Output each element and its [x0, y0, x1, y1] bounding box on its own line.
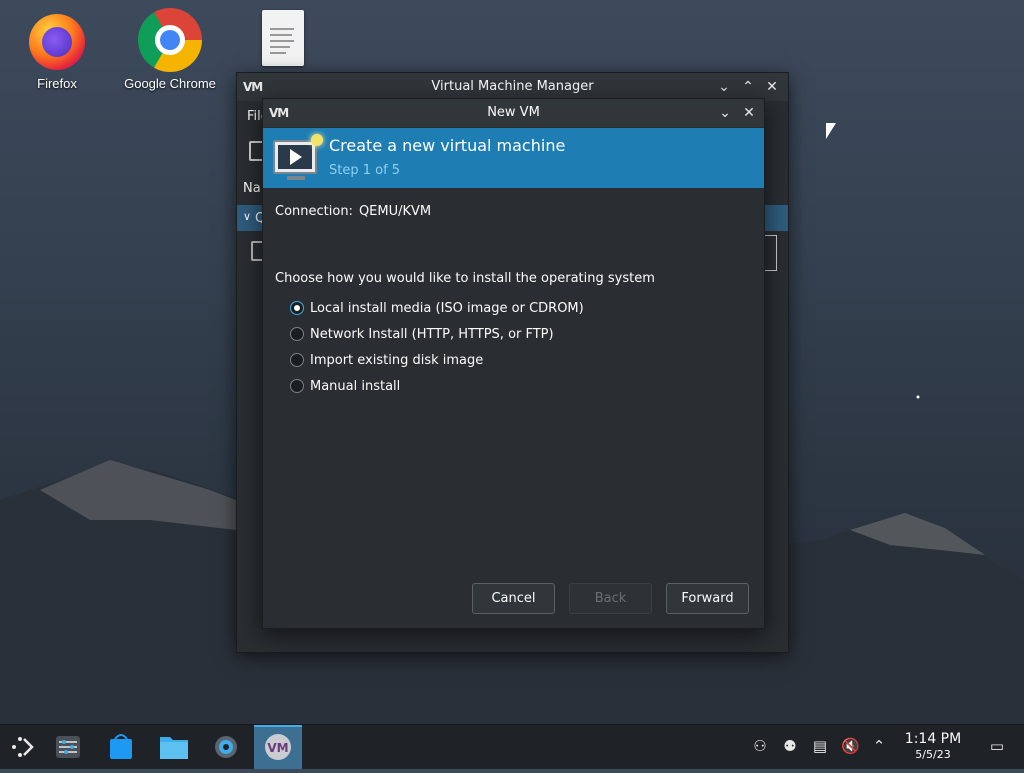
- radio-button[interactable]: [290, 379, 304, 393]
- option-local-install-media[interactable]: Local install media (ISO image or CDROM): [290, 298, 584, 318]
- application-launcher-button[interactable]: [0, 725, 48, 769]
- chevron-up-icon[interactable]: ⌃: [870, 737, 888, 755]
- desktop-icon-label: Google Chrome: [124, 76, 216, 91]
- gear-icon: [215, 736, 237, 758]
- desktop-icon-firefox[interactable]: Firefox: [7, 8, 107, 91]
- launcher-icon: [12, 737, 34, 757]
- radio-button[interactable]: [290, 353, 304, 367]
- taskbar-settings-sliders[interactable]: [44, 725, 92, 769]
- chrome-icon: [138, 8, 202, 72]
- folder-icon: [160, 737, 188, 759]
- new-vm-monitor-icon: [273, 134, 323, 180]
- list-header-name[interactable]: Na: [243, 181, 261, 196]
- maximize-chevron-icon[interactable]: ⌃: [739, 78, 757, 96]
- connection-label: Connection:: [275, 204, 353, 219]
- clock-date[interactable]: 5/5/23: [895, 748, 971, 761]
- window-title: Virtual Machine Manager: [431, 79, 594, 94]
- minimize-chevron-icon[interactable]: ⌄: [716, 104, 734, 122]
- option-manual-install[interactable]: Manual install: [290, 376, 400, 396]
- forward-button[interactable]: Forward: [666, 583, 749, 614]
- wizard-heading: Create a new virtual machine: [329, 136, 566, 155]
- taskbar-discover[interactable]: [97, 725, 145, 769]
- clock-time[interactable]: 1:14 PM: [895, 731, 971, 747]
- radio-button-checked[interactable]: [290, 301, 304, 315]
- user-icon[interactable]: ⚇: [751, 737, 769, 755]
- new-vm-dialog: VM New VM ⌄ ✕ Create a new virtual machi…: [262, 98, 765, 629]
- svg-text:VM: VM: [267, 741, 288, 755]
- chevron-down-icon[interactable]: ∨: [243, 210, 251, 223]
- desktop-icon-google-chrome[interactable]: Google Chrome: [120, 8, 220, 91]
- taskbar-virt-manager[interactable]: VM: [254, 725, 302, 769]
- connection-info: Connection: QEMU/KVM: [275, 204, 437, 219]
- option-label: Manual install: [310, 378, 401, 394]
- dialog-title: New VM: [487, 105, 540, 120]
- option-import-disk-image[interactable]: Import existing disk image: [290, 350, 483, 370]
- dialog-titlebar[interactable]: VM New VM ⌄ ✕: [263, 99, 764, 127]
- desktop-icon-document[interactable]: [232, 10, 332, 78]
- close-icon[interactable]: ✕: [740, 104, 758, 122]
- text-document-icon: [250, 10, 314, 74]
- taskbar: VM ⚇ ⚉ ▤ 🔇 ⌃ ▭: [0, 724, 1024, 769]
- clipboard-icon[interactable]: ▤: [811, 737, 829, 755]
- install-method-prompt: Choose how you would like to install the…: [275, 271, 655, 286]
- radio-button[interactable]: [290, 327, 304, 341]
- option-network-install[interactable]: Network Install (HTTP, HTTPS, or FTP): [290, 324, 554, 344]
- option-label: Local install media (ISO image or CDROM): [310, 300, 584, 316]
- wizard-step: Step 1 of 5: [329, 163, 401, 178]
- volume-muted-icon[interactable]: 🔇: [841, 737, 860, 755]
- wizard-banner: Create a new virtual machine Step 1 of 5: [263, 128, 764, 188]
- show-desktop-icon[interactable]: ▭: [988, 737, 1006, 755]
- taskbar-system-settings[interactable]: [202, 725, 250, 769]
- mouse-pointer-icon: [826, 123, 836, 139]
- minimize-chevron-icon[interactable]: ⌄: [715, 78, 733, 96]
- option-label: Import existing disk image: [310, 352, 484, 368]
- connection-value: QEMU/KVM: [358, 204, 432, 219]
- user-switch-icon[interactable]: ⚉: [781, 737, 799, 755]
- shopping-bag-icon: [110, 734, 132, 759]
- option-label: Network Install (HTTP, HTTPS, or FTP): [310, 326, 554, 342]
- sliders-icon: [56, 736, 80, 758]
- close-icon[interactable]: ✕: [763, 78, 781, 96]
- virt-manager-icon: VM: [265, 734, 291, 760]
- cancel-button[interactable]: Cancel: [472, 583, 555, 614]
- window-titlebar[interactable]: VM Virtual Machine Manager ⌄ ⌃ ✕: [237, 73, 788, 101]
- firefox-icon: [25, 8, 89, 72]
- taskbar-file-manager[interactable]: [150, 725, 198, 769]
- back-button[interactable]: Back: [569, 583, 652, 614]
- desktop-icon-label: Firefox: [37, 76, 77, 91]
